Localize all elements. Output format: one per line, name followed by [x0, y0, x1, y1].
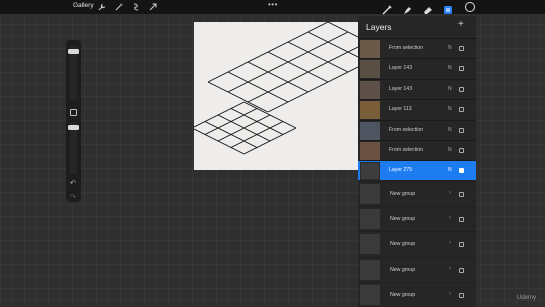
undo-icon[interactable]: ↶	[70, 179, 76, 187]
group-name: New group	[390, 291, 416, 298]
color-picker-swatch[interactable]	[465, 2, 475, 12]
layers-title: Layers	[366, 22, 392, 32]
blend-mode-button[interactable]: N	[448, 127, 452, 133]
layer-thumbnail	[360, 162, 380, 181]
layer-thumbnail	[360, 142, 380, 160]
layer-row[interactable]: From selection N	[358, 38, 476, 58]
gallery-button[interactable]: Gallery	[73, 2, 94, 9]
smudge-icon[interactable]	[402, 2, 412, 14]
visibility-checkbox[interactable]	[459, 168, 464, 174]
drawing-canvas[interactable]	[194, 22, 358, 170]
group-thumbnail	[360, 234, 380, 255]
blend-mode-button[interactable]: N	[448, 45, 452, 51]
layer-thumbnail	[360, 80, 380, 99]
transform-arrow-icon[interactable]	[149, 3, 157, 11]
layer-row[interactable]: Layer 113 N	[358, 99, 476, 120]
layer-row[interactable]: Layer 275 N	[358, 160, 476, 181]
visibility-checkbox[interactable]	[459, 46, 464, 51]
layer-name: Layer 275	[389, 167, 413, 174]
group-name: New group	[390, 216, 416, 223]
group-row[interactable]: New group ›	[358, 256, 476, 282]
layer-thumbnail	[360, 121, 380, 140]
group-thumbnail	[360, 259, 380, 280]
wrench-icon[interactable]	[98, 3, 106, 11]
blend-mode-button[interactable]: N	[448, 65, 452, 71]
blend-mode-button[interactable]: N	[448, 106, 452, 112]
chevron-right-icon[interactable]: ›	[449, 240, 451, 246]
group-thumbnail	[360, 209, 380, 230]
layer-name: Layer 143	[389, 65, 413, 72]
layers-icon[interactable]	[443, 2, 453, 14]
layer-row[interactable]: From selection N	[358, 119, 476, 140]
udemy-watermark: Udemy	[517, 295, 537, 301]
group-name: New group	[390, 191, 416, 197]
chevron-right-icon[interactable]: ›	[449, 291, 451, 297]
add-layer-button[interactable]: +	[458, 19, 464, 30]
visibility-checkbox[interactable]	[459, 127, 464, 133]
group-row[interactable]: New group ›	[358, 206, 476, 231]
opacity-thumb[interactable]	[68, 125, 79, 130]
layer-name: Layer 113	[389, 106, 412, 113]
visibility-checkbox[interactable]	[459, 192, 464, 197]
layer-row[interactable]: From selection N	[358, 140, 476, 160]
visibility-checkbox[interactable]	[459, 86, 464, 92]
layer-row[interactable]: Layer 143 N	[358, 58, 476, 79]
blend-mode-button[interactable]: N	[448, 147, 452, 153]
visibility-checkbox[interactable]	[459, 148, 464, 153]
brush-size-thumb[interactable]	[68, 49, 79, 54]
eraser-icon[interactable]	[423, 2, 433, 14]
visibility-checkbox[interactable]	[459, 107, 464, 113]
redo-icon[interactable]: ↷	[70, 193, 76, 201]
top-toolbar: Gallery •••	[0, 0, 545, 15]
group-name: New group	[390, 266, 416, 273]
layer-thumbnail	[360, 60, 380, 79]
modify-button[interactable]	[70, 109, 77, 116]
layer-name: From selection	[389, 126, 424, 133]
visibility-checkbox[interactable]	[459, 66, 464, 72]
selection-icon[interactable]	[132, 3, 140, 11]
visibility-checkbox[interactable]	[459, 267, 464, 273]
isometric-grid-drawing	[194, 22, 358, 155]
layer-name: Layer 143	[389, 85, 413, 92]
blend-mode-button[interactable]: N	[448, 167, 452, 173]
blend-mode-button[interactable]: N	[448, 86, 452, 92]
layers-panel: Layers + From selection N Layer 143 N Layer …	[358, 16, 476, 307]
layer-thumbnail	[360, 40, 380, 58]
group-name: New group	[390, 241, 416, 248]
brush-icon[interactable]	[382, 2, 392, 15]
brush-size-slider[interactable]	[70, 46, 77, 100]
visibility-checkbox[interactable]	[459, 217, 464, 223]
group-thumbnail	[360, 184, 380, 204]
chevron-right-icon[interactable]: ›	[449, 190, 451, 196]
chevron-right-icon[interactable]: ›	[449, 266, 451, 272]
group-thumbnail	[360, 284, 380, 305]
chevron-right-icon[interactable]: ›	[449, 215, 451, 221]
layer-name: From selection	[389, 147, 424, 153]
visibility-checkbox[interactable]	[459, 292, 464, 298]
layer-thumbnail	[360, 101, 380, 120]
layer-row[interactable]: Layer 143 N	[358, 78, 476, 99]
more-options-icon[interactable]: •••	[268, 0, 278, 9]
group-row[interactable]: New group ›	[358, 231, 476, 256]
group-row[interactable]: New group ›	[358, 181, 476, 206]
group-row[interactable]: New group ›	[358, 281, 476, 307]
left-sidebar: ↶ ↷	[66, 40, 81, 202]
layer-name: From selection	[389, 45, 424, 51]
magic-wand-icon[interactable]	[115, 3, 123, 11]
visibility-checkbox[interactable]	[459, 242, 464, 248]
